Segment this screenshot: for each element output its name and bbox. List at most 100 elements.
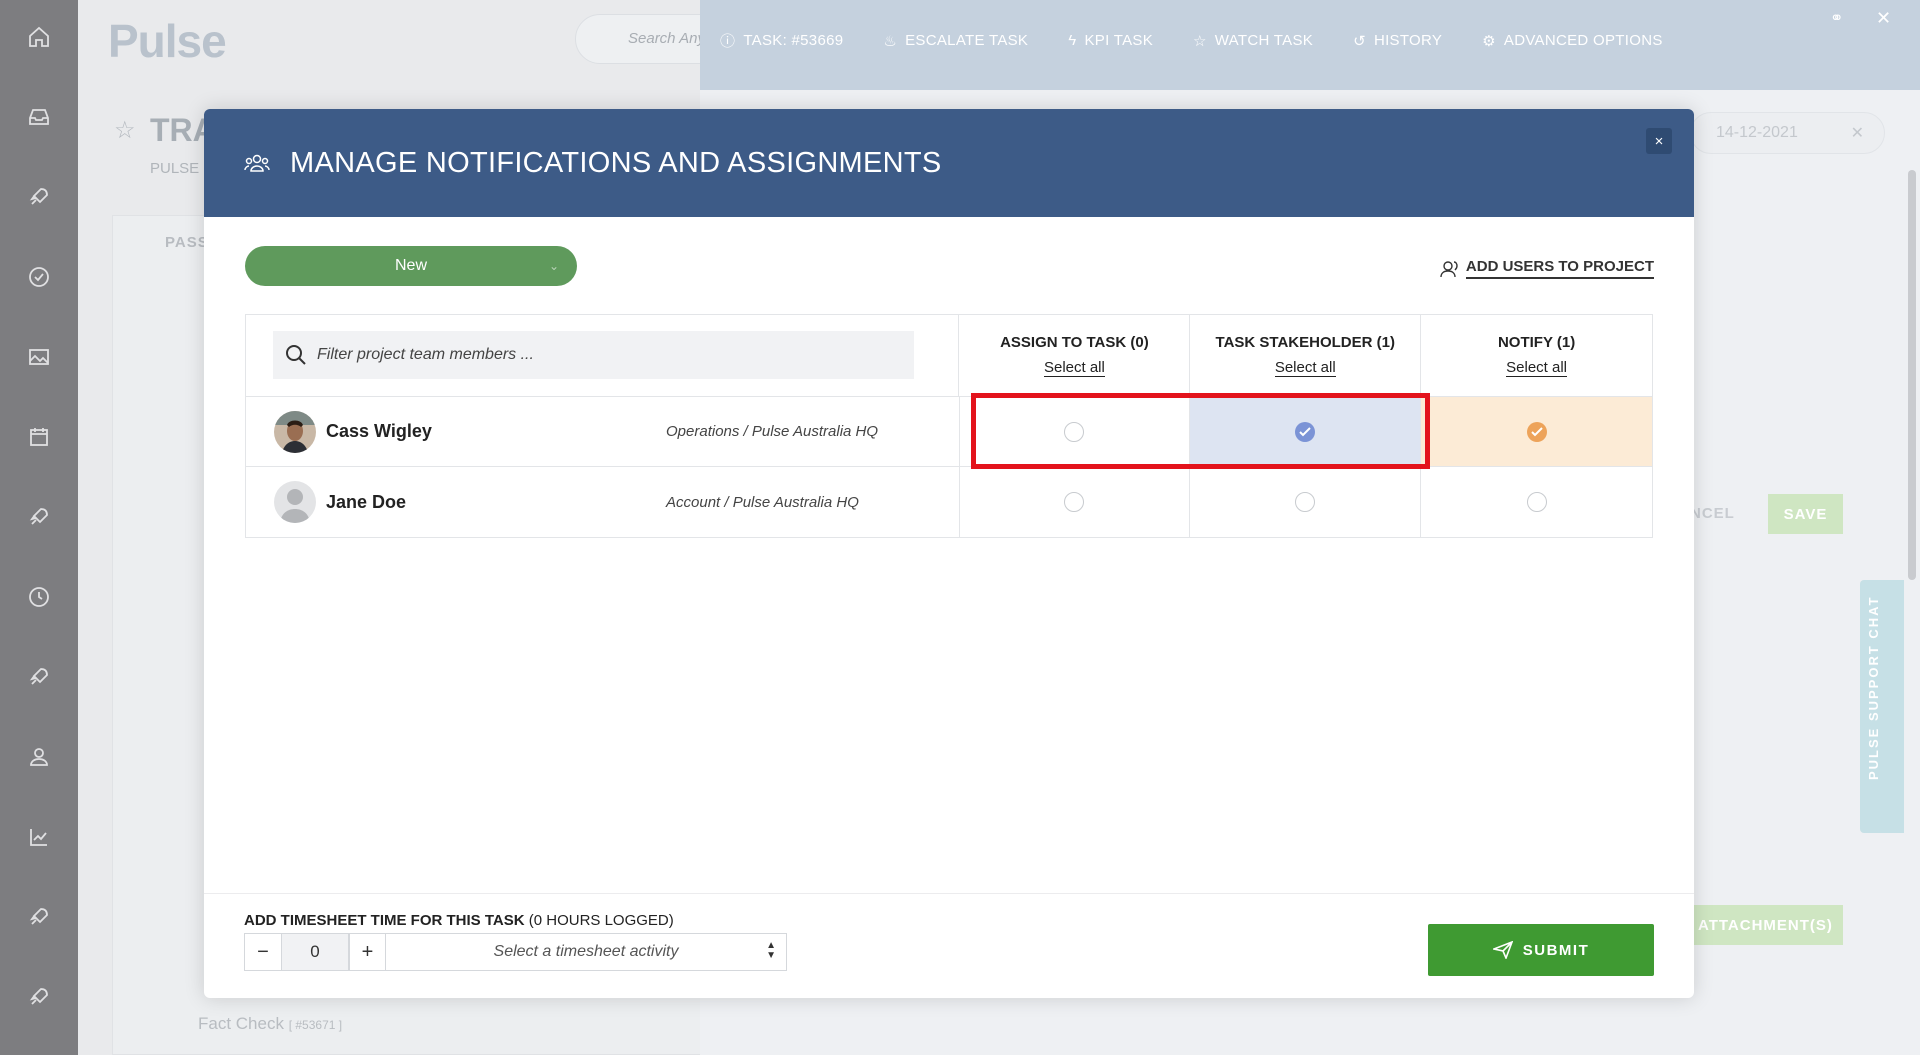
member-info: Cass Wigley Operations / Pulse Australia… bbox=[246, 397, 960, 466]
history-icon: ↺ bbox=[1353, 32, 1366, 50]
stakeholder-checked-icon[interactable] bbox=[1295, 421, 1316, 442]
notify-cell bbox=[1421, 397, 1652, 466]
rocket-icon[interactable] bbox=[22, 660, 56, 694]
notify-checked-icon[interactable] bbox=[1526, 421, 1547, 442]
task-fact-id: [ #53671 ] bbox=[288, 1018, 343, 1032]
footer-divider bbox=[204, 893, 1694, 894]
cancel-button[interactable]: NCEL bbox=[1690, 505, 1735, 522]
timesheet-label: ADD TIMESHEET TIME FOR THIS TASK (0 HOUR… bbox=[244, 912, 674, 929]
table-header: ASSIGN TO TASK (0) Select all TASK STAKE… bbox=[246, 315, 1652, 397]
modal-close-button[interactable]: × bbox=[1646, 128, 1672, 154]
status-value: New bbox=[394, 257, 427, 274]
flame-icon: ♨ bbox=[883, 32, 898, 50]
notify-cell bbox=[1421, 467, 1652, 537]
submit-button[interactable]: SUBMIT bbox=[1428, 924, 1654, 976]
stakeholder-radio[interactable] bbox=[1295, 492, 1316, 512]
timesheet-stepper: − 0 + Select a timesheet activity ▲ ▼ bbox=[244, 933, 787, 971]
filter-column bbox=[246, 315, 960, 396]
notify-column-header: NOTIFY (1) Select all bbox=[1421, 315, 1652, 396]
assign-cell bbox=[960, 467, 1191, 537]
manage-notifications-modal: MANAGE NOTIFICATIONS AND ASSIGNMENTS × N… bbox=[204, 109, 1694, 998]
timesheet-hours-value[interactable]: 0 bbox=[281, 934, 349, 970]
timesheet-hours-logged: (0 HOURS LOGGED) bbox=[524, 912, 674, 929]
member-department: Account / Pulse Australia HQ bbox=[666, 493, 859, 511]
calendar-icon[interactable] bbox=[22, 420, 56, 454]
card-tab: PASS bbox=[165, 234, 209, 251]
stakeholder-cell bbox=[1190, 397, 1422, 466]
notify-select-all[interactable]: Select all bbox=[1506, 359, 1568, 377]
advanced-options-button[interactable]: ⚙ ADVANCED OPTIONS bbox=[1482, 30, 1662, 51]
support-chat-label: PULSE SUPPORT CHAT bbox=[1866, 595, 1881, 780]
date-field[interactable]: 14-12-2021 ✕ bbox=[1690, 112, 1885, 154]
filter-box bbox=[273, 331, 914, 379]
inbox-icon[interactable] bbox=[22, 100, 56, 134]
app-logo: Pulse bbox=[108, 15, 227, 67]
rocket-icon[interactable] bbox=[22, 980, 56, 1014]
history-button[interactable]: ↺ HISTORY bbox=[1353, 30, 1442, 51]
star-icon: ☆ bbox=[1193, 32, 1207, 50]
page-subtitle: PULSE bbox=[150, 160, 200, 177]
kpi-task-button[interactable]: ϟ KPI TASK bbox=[1068, 30, 1153, 51]
home-icon[interactable] bbox=[22, 20, 56, 54]
members-table: ASSIGN TO TASK (0) Select all TASK STAKE… bbox=[245, 314, 1653, 538]
stakeholder-select-all[interactable]: Select all bbox=[1274, 359, 1336, 377]
timesheet-activity-placeholder: Select a timesheet activity bbox=[493, 943, 679, 960]
status-dropdown[interactable]: New ⌄ bbox=[245, 246, 577, 286]
user-icon[interactable] bbox=[22, 740, 56, 774]
modal-title: MANAGE NOTIFICATIONS AND ASSIGNMENTS bbox=[290, 146, 942, 179]
advanced-label: ADVANCED OPTIONS bbox=[1503, 32, 1663, 49]
chevron-down-icon: ⌄ bbox=[548, 259, 559, 273]
bolt-icon: ϟ bbox=[1068, 32, 1077, 49]
support-chat-tab[interactable]: PULSE SUPPORT CHAT bbox=[1860, 580, 1904, 833]
link-icon[interactable]: ⚭ bbox=[1830, 8, 1843, 28]
clock-icon[interactable] bbox=[22, 580, 56, 614]
kpi-label: KPI TASK bbox=[1084, 32, 1154, 49]
add-users-to-project-link[interactable]: ADD USERS TO PROJECT bbox=[1440, 258, 1654, 279]
filter-members-input[interactable] bbox=[317, 346, 877, 364]
increment-button[interactable]: + bbox=[349, 934, 385, 970]
avatar bbox=[274, 410, 316, 453]
table-row: Jane Doe Account / Pulse Australia HQ bbox=[246, 467, 1652, 537]
scrollbar[interactable] bbox=[1908, 170, 1916, 580]
notify-column-title: NOTIFY (1) bbox=[1497, 334, 1576, 351]
timesheet-activity-select[interactable]: Select a timesheet activity ▲ ▼ bbox=[385, 934, 786, 970]
left-rail bbox=[0, 0, 78, 1055]
task-id-label: TASK: #53669 bbox=[743, 32, 844, 49]
modal-header: MANAGE NOTIFICATIONS AND ASSIGNMENTS × bbox=[204, 109, 1694, 217]
save-button[interactable]: SAVE bbox=[1768, 494, 1843, 534]
image-icon[interactable] bbox=[22, 340, 56, 374]
assign-select-all[interactable]: Select all bbox=[1043, 359, 1105, 377]
select-arrows-icon: ▲ ▼ bbox=[766, 940, 776, 961]
add-user-icon bbox=[1440, 260, 1458, 277]
assign-column-title: ASSIGN TO TASK (0) bbox=[1000, 334, 1149, 351]
search-icon bbox=[286, 345, 306, 365]
info-icon: ⓘ bbox=[720, 33, 736, 50]
notify-radio[interactable] bbox=[1526, 492, 1547, 512]
rocket-icon[interactable] bbox=[22, 180, 56, 214]
assign-column-header: ASSIGN TO TASK (0) Select all bbox=[959, 315, 1191, 396]
assign-radio[interactable] bbox=[1064, 492, 1085, 512]
decrement-button[interactable]: − bbox=[245, 934, 281, 970]
assign-radio[interactable] bbox=[1064, 421, 1085, 442]
task-toolbar: ⓘ TASK: #53669 ♨ ESCALATE TASK ϟ KPI TASK ☆… bbox=[720, 30, 1663, 51]
watch-task-button[interactable]: ☆ WATCH TASK bbox=[1193, 30, 1313, 51]
member-department: Operations / Pulse Australia HQ bbox=[666, 423, 879, 440]
team-icon bbox=[244, 154, 270, 172]
close-icon[interactable]: ✕ bbox=[1876, 8, 1891, 29]
watch-label: WATCH TASK bbox=[1214, 32, 1314, 49]
rocket-icon[interactable] bbox=[22, 500, 56, 534]
send-icon bbox=[1492, 941, 1513, 959]
escalate-label: ESCALATE TASK bbox=[905, 32, 1029, 49]
check-circle-icon[interactable] bbox=[22, 260, 56, 294]
escalate-task-button[interactable]: ♨ ESCALATE TASK bbox=[883, 30, 1028, 51]
clear-icon[interactable]: ✕ bbox=[1851, 123, 1864, 143]
chart-icon[interactable] bbox=[22, 820, 56, 854]
rocket-icon[interactable] bbox=[22, 900, 56, 934]
attachments-button[interactable]: ATTACHMENT(S) bbox=[1690, 905, 1843, 945]
add-users-label: ADD USERS TO PROJECT bbox=[1465, 258, 1654, 279]
stakeholder-column-title: TASK STAKEHOLDER (1) bbox=[1215, 334, 1395, 351]
star-icon[interactable]: ☆ bbox=[114, 116, 136, 145]
task-fact-check[interactable]: Fact Check [ #53671 ] bbox=[198, 1014, 342, 1034]
task-id: ⓘ TASK: #53669 bbox=[720, 30, 843, 51]
timesheet-label-bold: ADD TIMESHEET TIME FOR THIS TASK bbox=[244, 912, 525, 929]
